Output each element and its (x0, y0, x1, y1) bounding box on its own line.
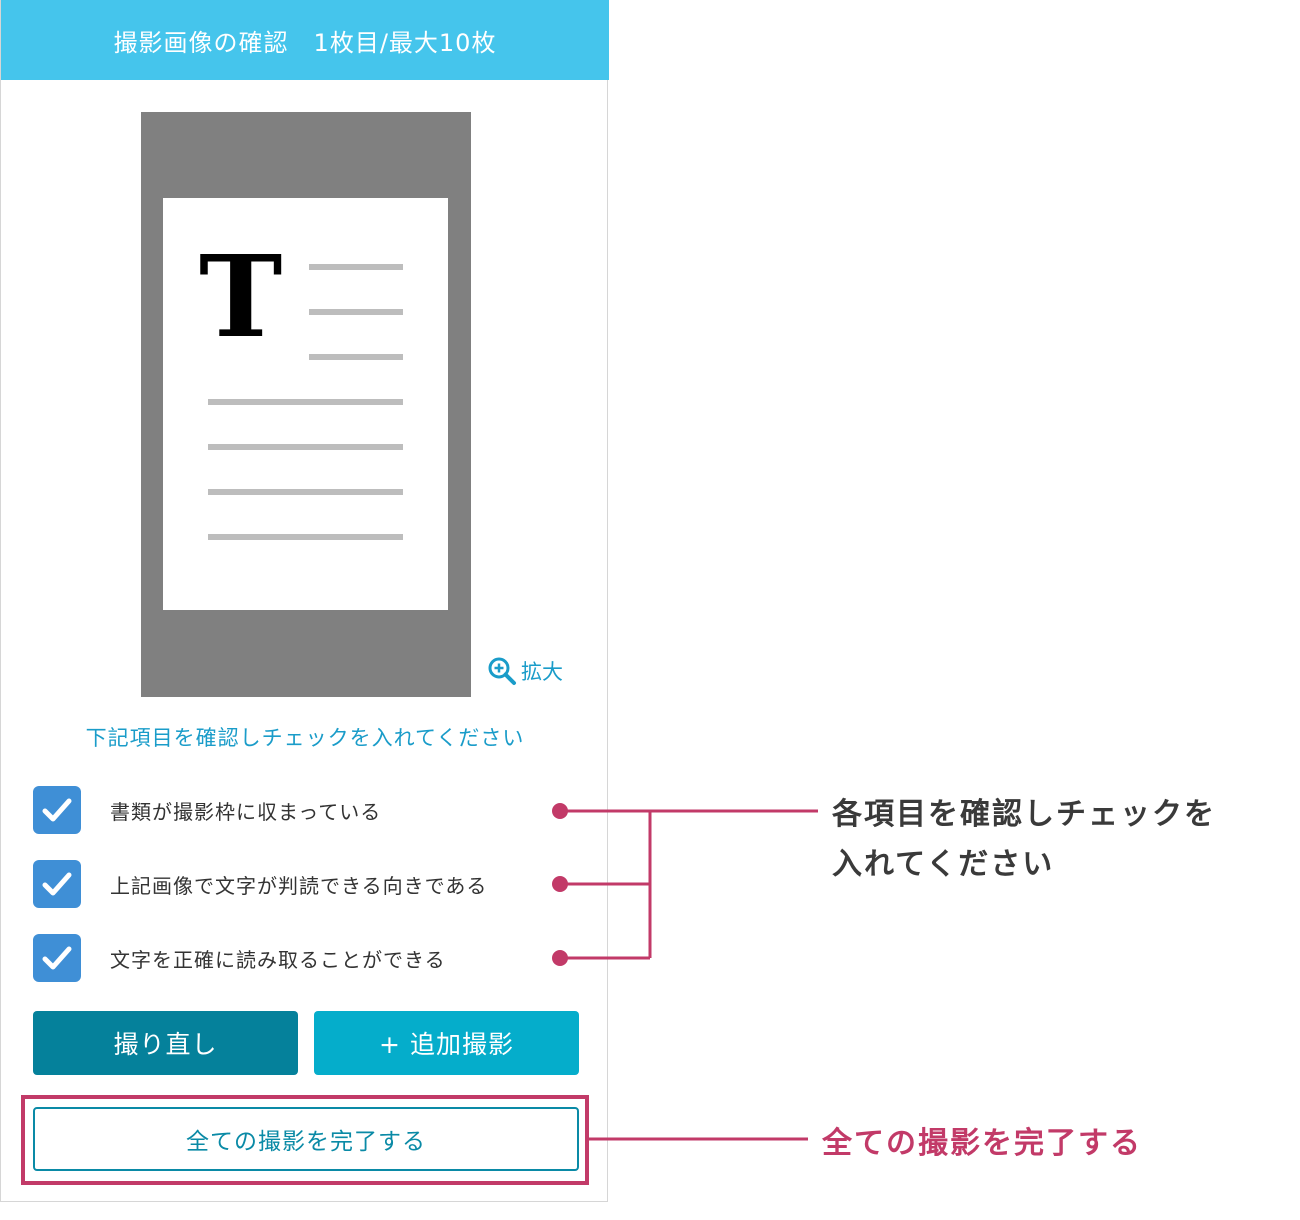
checklist-item[interactable]: 上記画像で文字が判読できる向きである (33, 860, 573, 908)
checkbox-checked[interactable] (33, 860, 81, 908)
checklist-annotation: 各項目を確認しチェックを 入れてください (832, 790, 1272, 890)
document-line (309, 354, 403, 360)
zoom-label: 拡大 (521, 660, 563, 684)
check-instruction: 下記項目を確認しチェックを入れてください (85, 726, 525, 750)
document-line (208, 489, 403, 495)
document-line (309, 309, 403, 315)
complete-all-button[interactable]: 全ての撮影を完了する (33, 1107, 579, 1171)
document-line (208, 444, 403, 450)
retake-button[interactable]: 撮り直し (33, 1011, 298, 1075)
complete-annotation: 全ての撮影を完了する (822, 1126, 1142, 1161)
checklist-item[interactable]: 書類が撮影枠に収まっている (33, 786, 573, 834)
captured-image-preview: T (141, 112, 471, 697)
document-letter: T (199, 232, 283, 363)
document-thumbnail: T (163, 198, 448, 610)
checklist-item[interactable]: 文字を正確に読み取ることができる (33, 934, 573, 982)
checklist-label: 上記画像で文字が判読できる向きである (110, 873, 488, 898)
canvas: 撮影画像の確認 1枚目/最大10枚 T 拡大 下記項目を確認しチェックを入れてく… (0, 0, 1300, 1220)
document-line (208, 534, 403, 540)
page-header: 撮影画像の確認 1枚目/最大10枚 (1, 0, 609, 80)
zoom-button[interactable]: 拡大 (487, 656, 563, 686)
checkmark-icon (42, 798, 72, 822)
checkbox-checked[interactable] (33, 934, 81, 982)
checklist-label: 書類が撮影枠に収まっている (110, 799, 382, 824)
checkmark-icon (42, 872, 72, 896)
checkmark-icon (42, 946, 72, 970)
checklist-annotation-line: 入れてください (832, 847, 1055, 882)
document-line (208, 399, 403, 405)
checklist-annotation-line: 各項目を確認しチェックを (832, 797, 1216, 832)
page-title: 撮影画像の確認 1枚目/最大10枚 (113, 28, 497, 57)
phone-screen: 撮影画像の確認 1枚目/最大10枚 T 拡大 下記項目を確認しチェックを入れてく… (0, 0, 609, 1202)
add-photo-button[interactable]: + 追加撮影 (314, 1011, 579, 1075)
zoom-in-icon (487, 656, 517, 686)
checklist-label: 文字を正確に読み取ることができる (110, 947, 446, 972)
document-line (309, 264, 403, 270)
checkbox-checked[interactable] (33, 786, 81, 834)
